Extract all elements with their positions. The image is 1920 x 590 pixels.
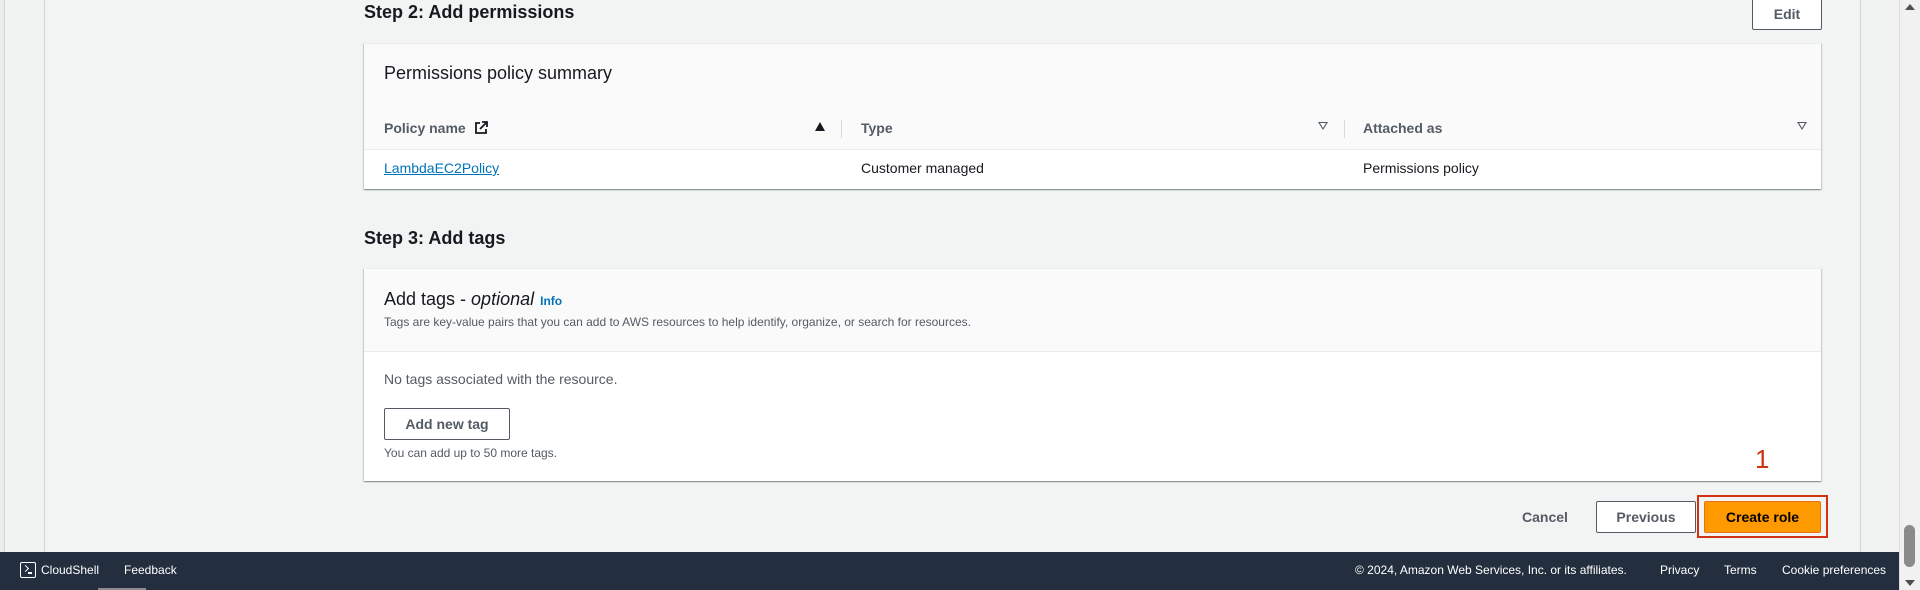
info-link[interactable]: Info: [540, 294, 562, 308]
step2-title: Step 2: Add permissions: [364, 2, 575, 22]
cookie-preferences-link[interactable]: Cookie preferences: [1782, 563, 1886, 577]
annotation-number: 1: [1755, 444, 1770, 474]
table-header: Policy name Type Attached as: [364, 108, 1821, 150]
card-title: Add tags - optional Info: [384, 289, 563, 309]
tags-limit-text: You can add up to 50 more tags.: [384, 446, 558, 460]
cancel-button[interactable]: Cancel: [1522, 509, 1568, 525]
policy-attached-as: Permissions policy: [1363, 160, 1479, 176]
add-new-tag-button[interactable]: Add new tag: [384, 408, 510, 440]
add-tags-card: Add tags - optional Info Tags are key-val…: [364, 268, 1821, 481]
cloudshell-link[interactable]: CloudShell: [41, 563, 99, 577]
policy-name-link[interactable]: LambdaEC2Policy: [384, 160, 499, 176]
column-header-attached-as[interactable]: Attached as: [1363, 120, 1442, 136]
cloudshell-icon[interactable]: [20, 562, 36, 578]
scroll-thumb[interactable]: [1904, 525, 1915, 567]
scrollbar[interactable]: [1899, 0, 1920, 590]
column-header-policy-name[interactable]: Policy name: [384, 120, 488, 136]
scroll-up-icon[interactable]: [1905, 4, 1915, 10]
sort-icon[interactable]: [1797, 122, 1807, 130]
privacy-link[interactable]: Privacy: [1660, 563, 1699, 577]
left-border: [0, 0, 5, 552]
card-title: Permissions policy summary: [384, 63, 613, 83]
card-header: [364, 269, 1821, 352]
column-header-type[interactable]: Type: [861, 120, 893, 136]
feedback-link[interactable]: Feedback: [124, 563, 177, 577]
edit-button[interactable]: Edit: [1752, 0, 1822, 30]
step3-title: Step 3: Add tags: [364, 228, 506, 248]
sort-icon[interactable]: [1318, 122, 1328, 130]
column-divider: [1344, 120, 1345, 138]
terms-link[interactable]: Terms: [1724, 563, 1757, 577]
footer: CloudShell Feedback © 2024, Amazon Web S…: [0, 552, 1900, 590]
policy-type: Customer managed: [861, 160, 984, 176]
external-link-icon: [474, 121, 488, 134]
copyright-text: © 2024, Amazon Web Services, Inc. or its…: [1355, 563, 1627, 577]
previous-button[interactable]: Previous: [1596, 501, 1696, 533]
highlight-box: [1697, 495, 1828, 538]
empty-tags-text: No tags associated with the resource.: [384, 371, 618, 387]
permissions-policy-card: Permissions policy summary Policy name T…: [364, 43, 1821, 189]
column-divider: [841, 120, 842, 138]
sort-ascending-icon[interactable]: [815, 122, 825, 131]
tags-description: Tags are key-value pairs that you can ad…: [384, 315, 971, 329]
scroll-down-icon[interactable]: [1905, 580, 1915, 586]
